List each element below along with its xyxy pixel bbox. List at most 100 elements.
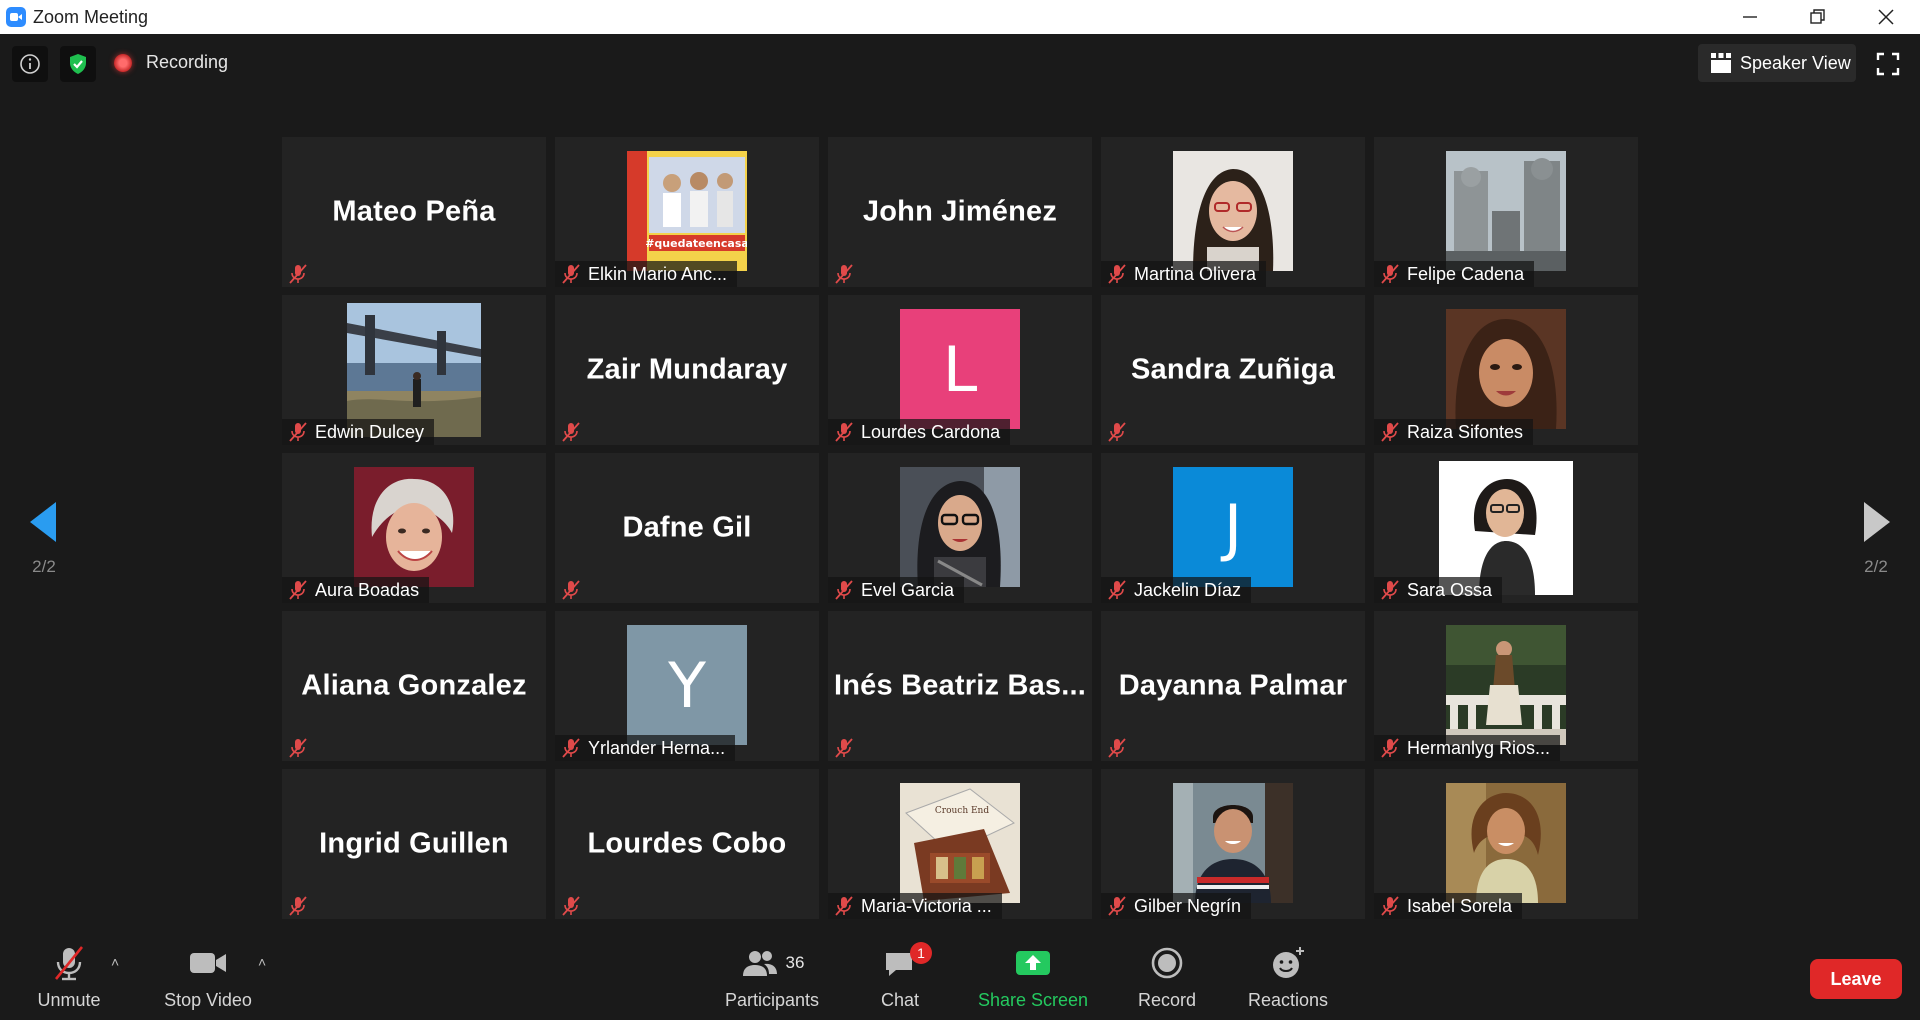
participant-tile[interactable]: Edwin Dulcey (282, 295, 546, 445)
participant-label: Maria-Victoria ... (828, 893, 1002, 919)
participant-tile[interactable]: Felipe Cadena (1374, 137, 1638, 287)
participant-tile[interactable]: Y Yrlander Herna... (555, 611, 819, 761)
mic-muted-icon (833, 263, 855, 285)
participant-tile[interactable]: Hermanlyg Rios... (1374, 611, 1638, 761)
participant-name: Maria-Victoria ... (861, 895, 992, 916)
participant-avatar: Y (627, 625, 747, 745)
window-titlebar: Zoom Meeting (0, 0, 1920, 34)
reactions-button[interactable]: Reactions (1246, 940, 1330, 1020)
participant-avatar: L (900, 309, 1020, 429)
share-screen-button[interactable]: Share Screen (978, 940, 1088, 1020)
participant-photo (1173, 151, 1293, 271)
participant-label (1101, 735, 1138, 761)
arrow-right-icon (1864, 502, 1890, 542)
participant-tile[interactable]: Sara Ossa (1374, 453, 1638, 603)
participant-label: Hermanlyg Rios... (1374, 735, 1561, 761)
participant-label (555, 893, 592, 919)
participants-label: Participants (724, 990, 820, 1010)
mic-muted-icon (1106, 421, 1128, 443)
participant-name: Felipe Cadena (1407, 263, 1525, 284)
mic-muted-icon (560, 579, 582, 601)
grid-view-icon (1711, 53, 1731, 73)
audio-options-caret-icon[interactable]: ˄ (111, 954, 119, 970)
mic-muted-icon (1106, 263, 1128, 285)
chat-button[interactable]: 1 Chat (872, 940, 932, 1020)
participant-tile[interactable]: Crouch End Maria-Victoria ... (828, 769, 1092, 919)
participant-tile[interactable]: Isabel Sorela (1374, 769, 1638, 919)
participant-label: Yrlander Herna... (555, 735, 736, 761)
previous-page-button[interactable]: 2/2 (24, 500, 64, 577)
participant-tile[interactable]: Dayanna Palmar (1101, 611, 1365, 761)
close-window-button[interactable] (1852, 0, 1920, 34)
participant-name: Elkin Mario Anc... (588, 263, 728, 284)
mic-muted-icon (287, 421, 309, 443)
arrow-left-icon (30, 502, 56, 542)
participant-tile[interactable]: Dafne Gil (555, 453, 819, 603)
participant-tile[interactable]: Inés Beatriz Bas... (828, 611, 1092, 761)
participant-tile[interactable]: Gilber Negrín (1101, 769, 1365, 919)
participant-tile[interactable]: #quedateencasa Elkin Mario Anc... (555, 137, 819, 287)
participant-photo: Crouch End (900, 783, 1020, 903)
meeting-info-button[interactable] (12, 46, 48, 82)
stop-video-button[interactable]: Stop Video (160, 940, 256, 1020)
participant-label (282, 893, 319, 919)
participant-tile[interactable]: Mateo Peña (282, 137, 546, 287)
speaker-view-button[interactable]: Speaker View (1698, 44, 1856, 82)
participant-name: Yrlander Herna... (588, 737, 726, 758)
participant-photo (1446, 151, 1566, 271)
participant-tile[interactable]: Martina Olivera (1101, 137, 1365, 287)
participant-photo (1173, 783, 1293, 903)
record-icon (1151, 947, 1183, 979)
meeting-topbar: Recording Speaker View (0, 34, 1920, 94)
mic-muted-icon (833, 737, 855, 759)
mic-muted-icon (560, 737, 582, 759)
participant-tile[interactable]: Lourdes Cobo (555, 769, 819, 919)
participant-display-name: Sandra Zuñiga (1130, 353, 1335, 386)
participant-display-name: Lourdes Cobo (587, 827, 787, 860)
fullscreen-button[interactable] (1872, 48, 1904, 80)
participant-tile[interactable]: Zair Mundaray (555, 295, 819, 445)
mic-muted-icon (1379, 579, 1401, 601)
page-indicator-left: 2/2 (32, 557, 56, 576)
participant-tile[interactable]: John Jiménez (828, 137, 1092, 287)
restore-button[interactable] (1784, 0, 1852, 34)
participant-tile[interactable]: Aura Boadas (282, 453, 546, 603)
participant-label (555, 577, 592, 603)
participant-tile[interactable]: Aliana Gonzalez (282, 611, 546, 761)
participant-label: Martina Olivera (1101, 261, 1267, 287)
participant-label: Lourdes Cardona (828, 419, 1011, 445)
unmute-button[interactable]: Unmute (30, 940, 108, 1020)
leave-button[interactable]: Leave (1810, 959, 1902, 999)
participant-display-name: Ingrid Guillen (319, 827, 509, 860)
participant-tile[interactable]: Ingrid Guillen (282, 769, 546, 919)
participant-tile[interactable]: L Lourdes Cardona (828, 295, 1092, 445)
participant-label: Aura Boadas (282, 577, 430, 603)
participant-label: Raiza Sifontes (1374, 419, 1534, 445)
participant-label (555, 419, 592, 445)
video-options-caret-icon[interactable]: ˄ (258, 954, 266, 970)
participant-label: Sara Ossa (1374, 577, 1503, 603)
security-button[interactable] (60, 46, 96, 82)
minimize-button[interactable] (1716, 0, 1784, 34)
participant-name: Isabel Sorela (1407, 895, 1513, 916)
participant-label (828, 261, 865, 287)
participant-name: Raiza Sifontes (1407, 421, 1524, 442)
mic-muted-icon (287, 579, 309, 601)
participant-tile[interactable]: J Jackelin Díaz (1101, 453, 1365, 603)
window-title: Zoom Meeting (33, 6, 149, 27)
participant-tile[interactable]: Sandra Zuñiga (1101, 295, 1365, 445)
participant-photo: #quedateencasa (627, 151, 749, 271)
recording-indicator[interactable]: Recording (114, 52, 228, 73)
record-button[interactable]: Record (1134, 940, 1200, 1020)
participant-tile[interactable]: Evel Garcia (828, 453, 1092, 603)
participants-button[interactable]: 36 Participants (720, 940, 824, 1020)
participant-name: Jackelin Díaz (1134, 579, 1242, 600)
zoom-app-icon (6, 7, 26, 27)
shield-check-icon (70, 54, 86, 74)
participant-display-name: Dayanna Palmar (1118, 669, 1348, 702)
participant-photo (900, 467, 1020, 587)
participant-tile[interactable]: Raiza Sifontes (1374, 295, 1638, 445)
participant-label: Felipe Cadena (1374, 261, 1535, 287)
next-page-button[interactable]: 2/2 (1856, 500, 1896, 577)
mic-muted-icon (1379, 421, 1401, 443)
